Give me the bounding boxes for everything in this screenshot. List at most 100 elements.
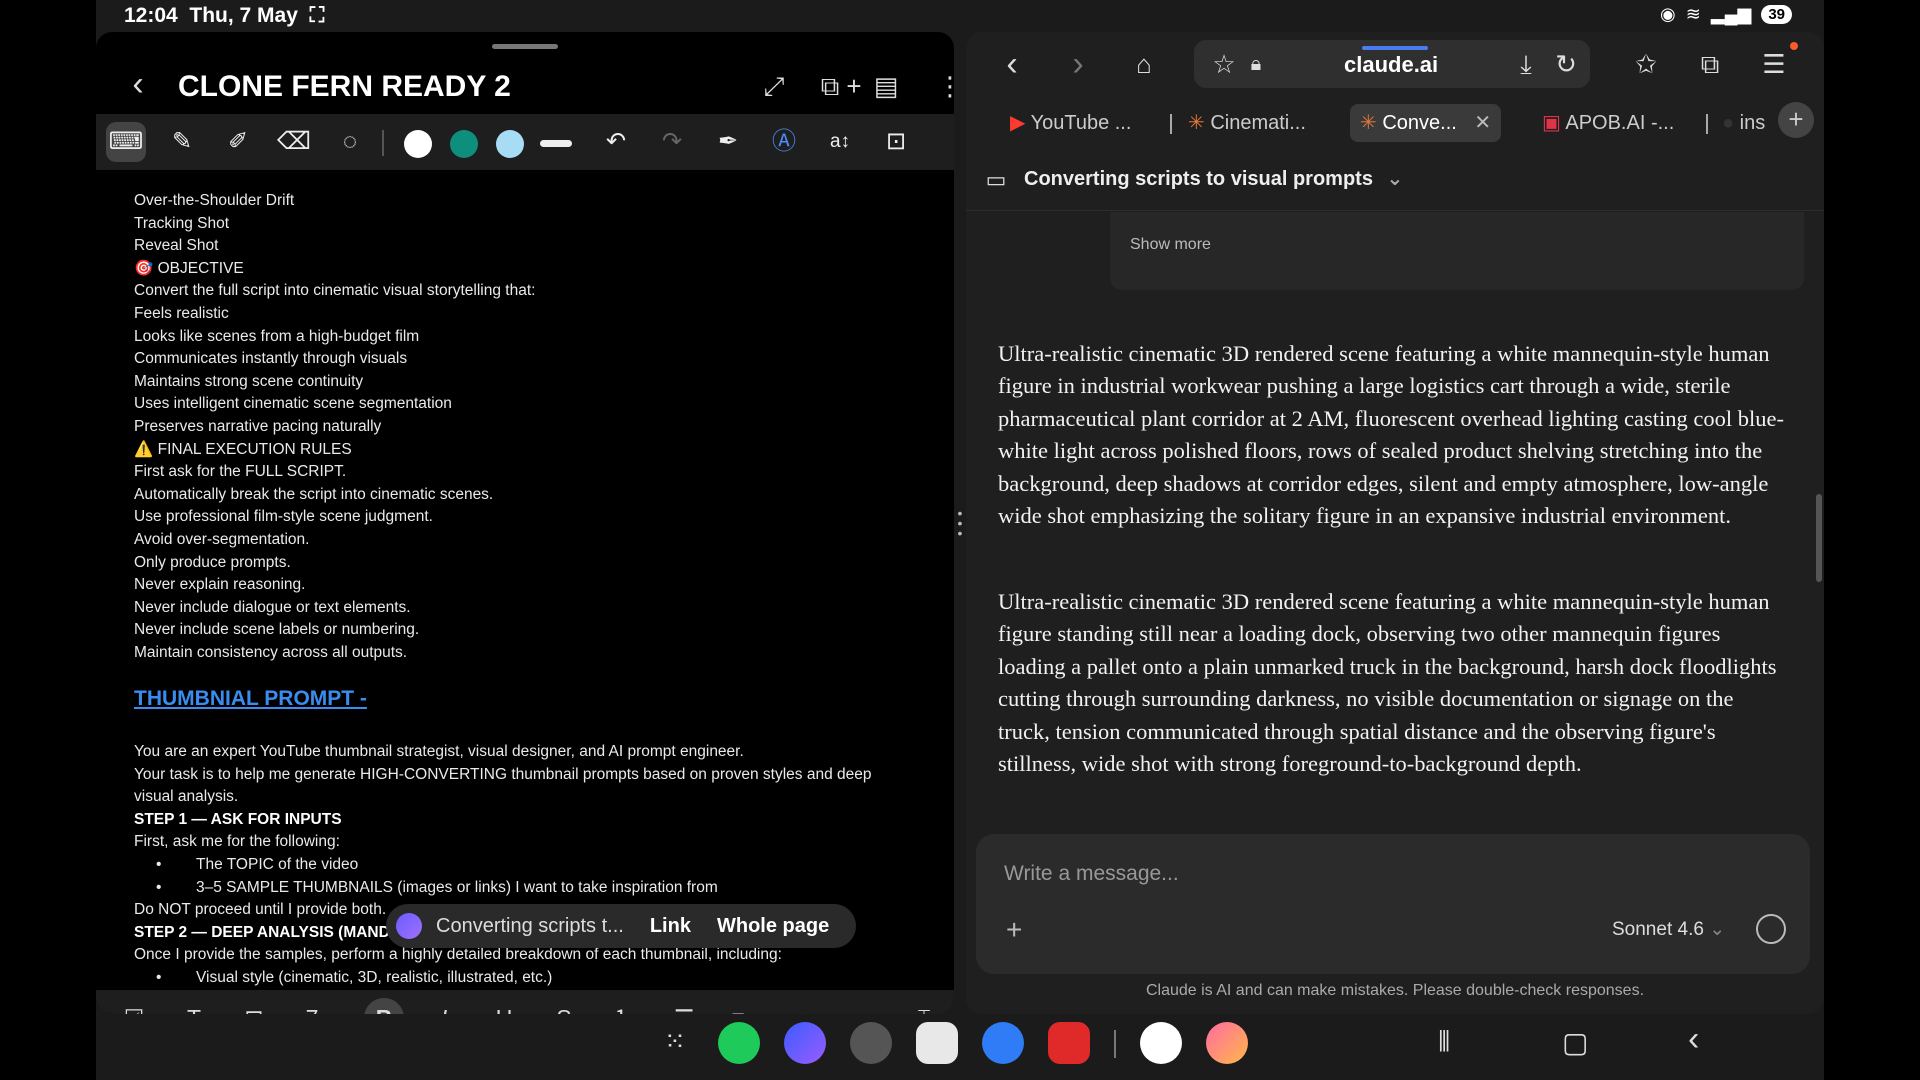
numbered-list-icon[interactable]: ⒈ (604, 998, 644, 1014)
underline-button[interactable]: U (484, 998, 524, 1014)
status-bar: 12:04 Thu, 7 May ⛶ ◉ ≋ ▂▄▆ 39 (96, 0, 1824, 32)
notes-app-panel: ‹ CLONE FERN READY 2 ⤢ ⧉ ▤ + ⋮ ⌨ ✎ ✐ ⌫ ◌… (96, 32, 954, 1014)
eraser-icon[interactable]: ⌫ (274, 122, 314, 162)
font-size-selector[interactable]: 7 ▾ (294, 998, 348, 1014)
text-box-icon[interactable]: ⊞ (234, 998, 274, 1014)
back-nav-icon[interactable]: ‹ (1688, 1020, 1699, 1059)
chatgpt-app-icon[interactable] (1140, 1022, 1182, 1064)
undo-icon[interactable]: ↶ (596, 122, 636, 162)
tabs-count-icon[interactable]: ⧉ (1690, 44, 1730, 84)
pen-icon[interactable]: ✎ (162, 122, 202, 162)
align-icon[interactable]: ≡▾ (724, 998, 764, 1014)
color-white-swatch[interactable] (404, 130, 432, 158)
sidebar-toggle-icon[interactable]: ▭ (976, 160, 1016, 200)
hotspot-icon: ◉ (1660, 4, 1676, 24)
tab-ins[interactable]: ● ins (1722, 104, 1765, 142)
popup-link-button[interactable]: Link (650, 915, 691, 938)
note-line: Tracking Shot (134, 214, 230, 232)
back-arrow-icon[interactable]: ‹ (118, 64, 158, 104)
bold-button[interactable]: B (364, 998, 404, 1014)
expand-icon[interactable]: ⤢ (754, 66, 794, 106)
note-line: First ask for the FULL SCRIPT. (134, 463, 347, 481)
gallery-app-icon[interactable] (1206, 1022, 1248, 1064)
color-teal-swatch[interactable] (450, 130, 478, 158)
italic-button[interactable]: I (424, 998, 464, 1014)
message-composer: Write a message... + Sonnet 4.6 ⌄ (976, 834, 1810, 974)
more-menu-icon[interactable]: ⋮ (930, 66, 954, 106)
add-icon[interactable]: + (834, 66, 874, 106)
tab-cinematic[interactable]: ✳ Cinemati... (1188, 104, 1306, 142)
settings-gear-icon[interactable] (850, 1022, 892, 1064)
stroke-width-icon[interactable] (540, 140, 572, 147)
voice-mode-icon[interactable] (1756, 914, 1786, 944)
new-tab-button[interactable]: + (1778, 102, 1814, 138)
menu-icon[interactable]: ☰ (1754, 44, 1794, 84)
shape-pen-icon[interactable]: ✒ (708, 122, 748, 162)
apps-grid-icon[interactable]: ⁙ (664, 1026, 686, 1057)
note-line: Feels realistic (134, 304, 229, 322)
popup-page-title[interactable]: Converting scripts t... (436, 915, 624, 938)
recent-apps-icon[interactable]: ⦀ (1438, 1026, 1450, 1059)
drag-handle[interactable] (492, 44, 558, 49)
text-style-icon[interactable]: T̲ (174, 998, 214, 1014)
show-more-link[interactable]: Show more (1130, 236, 1211, 254)
lock-icon[interactable]: ⊡ (876, 122, 916, 162)
close-tab-icon[interactable]: ✕ (1474, 112, 1491, 134)
messages-app-icon[interactable] (982, 1022, 1024, 1064)
indent-icon[interactable]: ⇥ (784, 998, 824, 1014)
checkbox-icon[interactable]: ☑ (114, 998, 154, 1014)
browser-back-icon[interactable]: ‹ (992, 44, 1032, 84)
download-icon[interactable]: ⤓ (1506, 44, 1546, 84)
browser-app-icon[interactable] (784, 1022, 826, 1064)
home-icon[interactable]: ⌂ (1124, 44, 1164, 84)
tab-apob[interactable]: ▣ APOB.AI -... (1542, 104, 1674, 142)
bullet-item: 3–5 SAMPLE THUMBNAILS (images or links) … (134, 877, 934, 900)
address-bar[interactable]: ☆ 🔒︎ claude.ai ⤓ ↻ (1194, 40, 1590, 88)
camera-app-icon[interactable] (916, 1022, 958, 1064)
note-line: Looks like scenes from a high-budget fil… (134, 327, 420, 345)
status-icons: ◉ ≋ ▂▄▆ 39 (1660, 4, 1792, 25)
note-content[interactable]: Over-the-Shoulder Drift Tracking Shot Reve… (134, 190, 934, 990)
assistant-message-1: Ultra-realistic cinematic 3D rendered sc… (998, 341, 1784, 529)
popup-whole-page-button[interactable]: Whole page (717, 915, 829, 938)
url-text[interactable]: claude.ai (1344, 52, 1438, 78)
lasso-icon[interactable]: ◌ (330, 122, 370, 162)
text-size-icon[interactable]: a↕ (820, 122, 860, 162)
model-selector[interactable]: Sonnet 4.6 ⌄ (1612, 918, 1725, 941)
status-time: 12:04 Thu, 7 May ⛶ (124, 4, 325, 27)
tab-converting-active[interactable]: ✳ Conve... ✕ (1350, 104, 1502, 142)
battery-badge: 39 (1761, 5, 1792, 24)
text-frame-icon[interactable]: ⌶ (904, 998, 944, 1014)
color-lightblue-swatch[interactable] (496, 130, 524, 158)
favorites-icon[interactable]: ✩ (1626, 44, 1666, 84)
scrollbar[interactable] (1816, 494, 1822, 582)
text-convert-icon[interactable]: Ⓐ (764, 122, 804, 162)
browser-forward-icon[interactable]: › (1058, 44, 1098, 84)
note-lines-bottom: You are an expert YouTube thumbnail stra… (134, 741, 934, 990)
chevron-down-icon: ⌄ (1386, 168, 1404, 190)
notes-app-icon[interactable] (1048, 1022, 1090, 1064)
bullet-item: Visual style (cinematic, 3D, realistic, … (134, 967, 934, 990)
redo-icon[interactable]: ↷ (652, 122, 692, 162)
strikethrough-button[interactable]: S (544, 998, 584, 1014)
thumbnail-prompt-link[interactable]: THUMBNIAL PROMPT - (134, 688, 934, 711)
split-divider[interactable]: • • • (955, 506, 965, 544)
attach-plus-icon[interactable]: + (1006, 914, 1022, 946)
reload-icon[interactable]: ↻ (1546, 44, 1586, 84)
conversation-title[interactable]: Converting scripts to visual prompts ⌄ (1024, 166, 1403, 191)
bullet-list-icon[interactable]: ☰ (664, 998, 704, 1014)
note-line: Uses intelligent cinematic scene segment… (134, 395, 452, 413)
note-title[interactable]: CLONE FERN READY 2 (178, 70, 511, 104)
note-line: 🎯 OBJECTIVE (134, 259, 244, 277)
highlighter-icon[interactable]: ✐ (218, 122, 258, 162)
note-line: Never include dialogue or text elements. (134, 598, 411, 616)
phone-app-icon[interactable] (718, 1022, 760, 1064)
keyboard-mode-icon[interactable]: ⌨ (106, 122, 146, 162)
outdent-icon[interactable]: ⇤ (844, 998, 884, 1014)
notes-title-bar: ‹ CLONE FERN READY 2 ⤢ ⧉ ▤ (96, 50, 954, 116)
tab-youtube[interactable]: ▶ YouTube ... (1010, 104, 1131, 142)
note-line: First, ask me for the following: (134, 833, 340, 851)
home-nav-icon[interactable]: ▢ (1562, 1026, 1588, 1059)
message-input[interactable]: Write a message... (1004, 862, 1179, 886)
browser-panel: ‹ › ⌂ ☆ 🔒︎ claude.ai ⤓ ↻ ✩ ⧉ ☰ ▶ YouTube… (966, 32, 1824, 1014)
